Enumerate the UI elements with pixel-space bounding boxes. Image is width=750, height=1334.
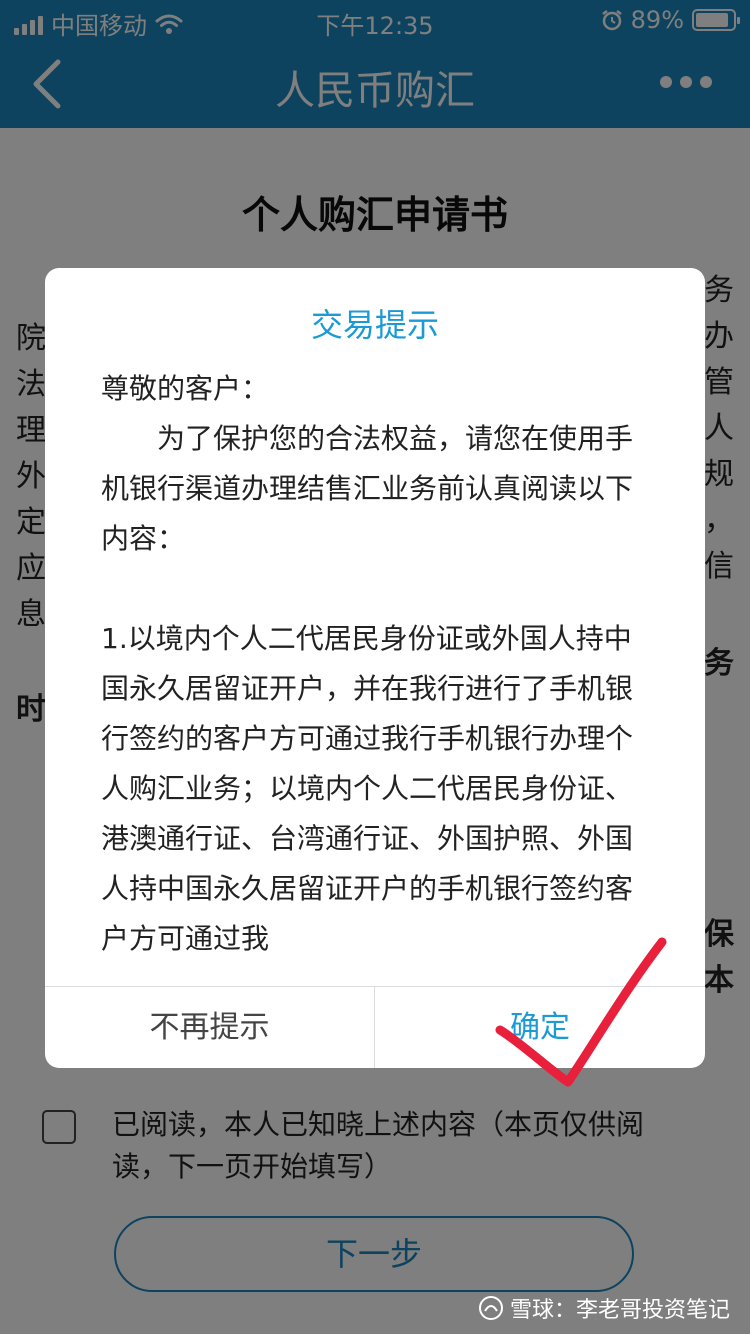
dialog-body[interactable]: 尊敬的客户： 为了保护您的合法权益，请您在使用手机银行渠道办理结售汇业务前认真阅… [101, 364, 649, 954]
snowball-logo-icon [478, 1296, 503, 1320]
dialog-greeting: 尊敬的客户： [101, 372, 270, 405]
dismiss-forever-button[interactable]: 不再提示 [45, 987, 375, 1068]
dialog-item-1: 1.以境内个人二代居民身份证或外国人持中国永久居留证开户，并在我行进行了手机银行… [101, 622, 634, 954]
red-checkmark-annotation [495, 937, 667, 1087]
watermark-text: 雪球：李老哥投资笔记 [509, 1298, 730, 1323]
watermark: 雪球：李老哥投资笔记 [478, 1292, 730, 1324]
dialog-intro: 为了保护您的合法权益，请您在使用手机银行渠道办理结售汇业务前认真阅读以下内容： [101, 422, 634, 555]
dialog-title: 交易提示 [310, 306, 439, 344]
